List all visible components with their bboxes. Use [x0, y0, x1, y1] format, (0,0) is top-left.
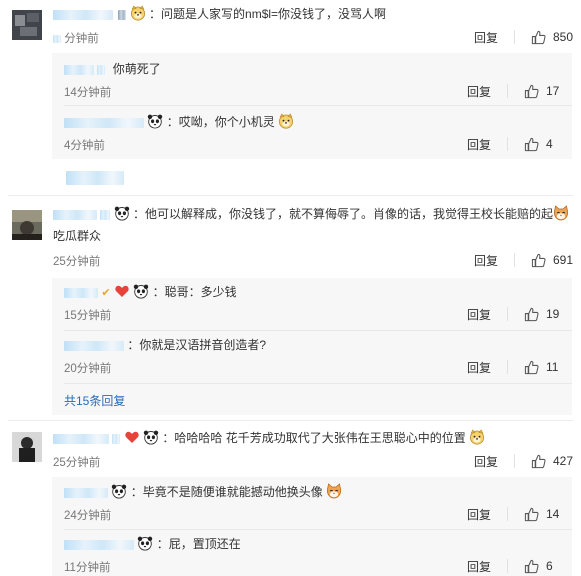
reply-item: ：毕竟不是随便谁就能撼动他换头像 24分钟前 回复 14 — [52, 477, 572, 530]
panda-icon — [114, 205, 130, 221]
reply-text: ：聪哥：多少钱 — [152, 285, 237, 299]
like-count: 6 — [546, 559, 553, 573]
reply-text: ：屁，置顶还在 — [156, 537, 241, 551]
reply-text: ：哎呦，你个小机灵 — [166, 115, 275, 129]
reply-item: ：屁，置顶还在 11分钟前 回复 6 — [52, 530, 572, 576]
reply-item: 你萌死了 14分钟前 回复 17 — [52, 53, 572, 106]
reply-time: 4分钟前 — [64, 140, 105, 152]
divider — [513, 30, 515, 44]
username[interactable] — [64, 64, 94, 75]
panda-icon — [133, 283, 149, 299]
username[interactable] — [64, 539, 134, 550]
username[interactable] — [118, 9, 127, 20]
reply-time: 14分钟前 — [64, 87, 112, 99]
like-count: 17 — [546, 84, 560, 98]
more-replies-link[interactable]: 共15条回复 — [64, 392, 125, 409]
username[interactable] — [64, 287, 98, 298]
reply-list: ：毕竟不是随便谁就能撼动他换头像 24分钟前 回复 14 ：屁，置顶还在 11分… — [52, 477, 572, 576]
cat-icon — [553, 205, 569, 221]
check-icon: ✔ — [101, 287, 111, 299]
divider — [8, 420, 573, 421]
like-count: 11 — [546, 360, 559, 374]
like-count: 19 — [546, 307, 560, 321]
like-count: 14 — [546, 507, 560, 521]
thumbs-up-icon[interactable] — [531, 253, 546, 268]
reply-text: 你萌死了 — [112, 62, 161, 76]
comment-text: ：问题是人家写的nm$l=你没钱了，没骂人啊 — [149, 7, 387, 21]
heart-icon — [125, 431, 139, 443]
username[interactable] — [53, 9, 113, 20]
avatar[interactable] — [12, 10, 42, 40]
like-count: 691 — [552, 253, 573, 267]
panda-icon — [147, 113, 163, 129]
reply-time: 15分钟前 — [64, 310, 112, 322]
doge-icon — [130, 5, 146, 21]
like-count: 850 — [552, 30, 573, 44]
avatar[interactable] — [12, 432, 42, 462]
reply-time: 11分钟前 — [64, 562, 111, 574]
username[interactable] — [53, 209, 97, 220]
divider — [513, 454, 515, 468]
like-count: 427 — [552, 454, 573, 468]
more-replies-row: 共15条回复 — [52, 384, 572, 415]
reply-item: ✔ ：聪哥：多少钱 15分钟前 回复 19 — [52, 278, 572, 331]
reply-button[interactable]: 回复 — [474, 252, 498, 269]
comment-item: ：哈哈哈哈 花千芳成功取代了大张伟在王思聪心中的位置 25分钟前 回复 427 … — [0, 424, 581, 576]
avatar[interactable] — [12, 210, 42, 240]
reply-button[interactable]: 回复 — [467, 306, 491, 323]
thumbs-up-icon[interactable] — [524, 137, 539, 152]
divider — [507, 307, 508, 321]
doge-icon — [469, 429, 485, 445]
reply-list: 你萌死了 14分钟前 回复 17 ：哎呦，你个小机灵 4分钟前 回复 4 — [52, 53, 572, 159]
username[interactable] — [53, 433, 109, 444]
username[interactable] — [64, 487, 108, 498]
reply-button[interactable]: 回复 — [474, 29, 498, 46]
thumbs-up-icon[interactable] — [524, 360, 539, 375]
divider — [507, 559, 508, 573]
thumbs-up-icon[interactable] — [524, 507, 539, 522]
panda-icon — [111, 483, 127, 499]
comment-text: ：他可以解释成，你没钱了，就不算侮辱了。肖像的话，我觉得王校长能赔的起 — [133, 207, 554, 221]
divider — [8, 195, 573, 196]
thumbs-up-icon[interactable] — [531, 30, 546, 45]
divider — [507, 507, 508, 521]
reply-button[interactable]: 回复 — [467, 506, 491, 523]
reply-button[interactable]: 回复 — [467, 136, 491, 153]
divider — [507, 360, 508, 374]
reply-button[interactable]: 回复 — [474, 453, 498, 470]
thumbs-up-icon[interactable] — [524, 307, 539, 322]
comment-item: ：问题是人家写的nm$l=你没钱了，没骂人啊 分钟前 回复 850 你萌死了 1… — [0, 0, 581, 200]
comment-text-tail: 吃瓜群众 — [53, 229, 102, 243]
thumbs-up-icon[interactable] — [531, 454, 546, 469]
comment-item: ：他可以解释成，你没钱了，就不算侮辱了。肖像的话，我觉得王校长能赔的起吃瓜群众 … — [0, 200, 581, 420]
comment-time: 分钟前 — [64, 33, 99, 45]
reply-item: ：哎呦，你个小机灵 4分钟前 回复 4 — [52, 106, 572, 159]
reply-list: ✔ ：聪哥：多少钱 15分钟前 回复 19 ：你就是汉语拼音创造者? 20分钟前… — [52, 278, 572, 415]
comment-time: 25分钟前 — [53, 457, 101, 469]
reply-button[interactable]: 回复 — [467, 359, 491, 376]
doge-icon — [278, 113, 294, 129]
collapsed-username — [66, 170, 124, 185]
reply-time: 20分钟前 — [64, 363, 112, 375]
reply-button[interactable]: 回复 — [467, 83, 491, 100]
divider — [507, 84, 508, 98]
reply-time: 24分钟前 — [64, 510, 112, 522]
divider — [513, 253, 515, 267]
comment-text: ：哈哈哈哈 花千芳成功取代了大张伟在王思聪心中的位置 — [162, 431, 466, 445]
comment-time: 25分钟前 — [53, 256, 101, 268]
username[interactable] — [64, 340, 124, 351]
reply-text: ：你就是汉语拼音创造者? — [127, 338, 267, 352]
thumbs-up-icon[interactable] — [524, 559, 539, 574]
reply-button[interactable]: 回复 — [467, 558, 491, 575]
divider — [507, 137, 508, 151]
panda-icon — [143, 429, 159, 445]
panda-icon — [137, 535, 153, 551]
like-count: 4 — [546, 137, 553, 151]
heart-icon — [115, 285, 129, 297]
thumbs-up-icon[interactable] — [524, 84, 539, 99]
username[interactable] — [64, 117, 144, 128]
reply-item: ：你就是汉语拼音创造者? 20分钟前 回复 11 — [52, 331, 572, 384]
reply-text: ：毕竟不是随便谁就能撼动他换头像 — [130, 485, 323, 499]
cat-icon — [326, 483, 342, 499]
